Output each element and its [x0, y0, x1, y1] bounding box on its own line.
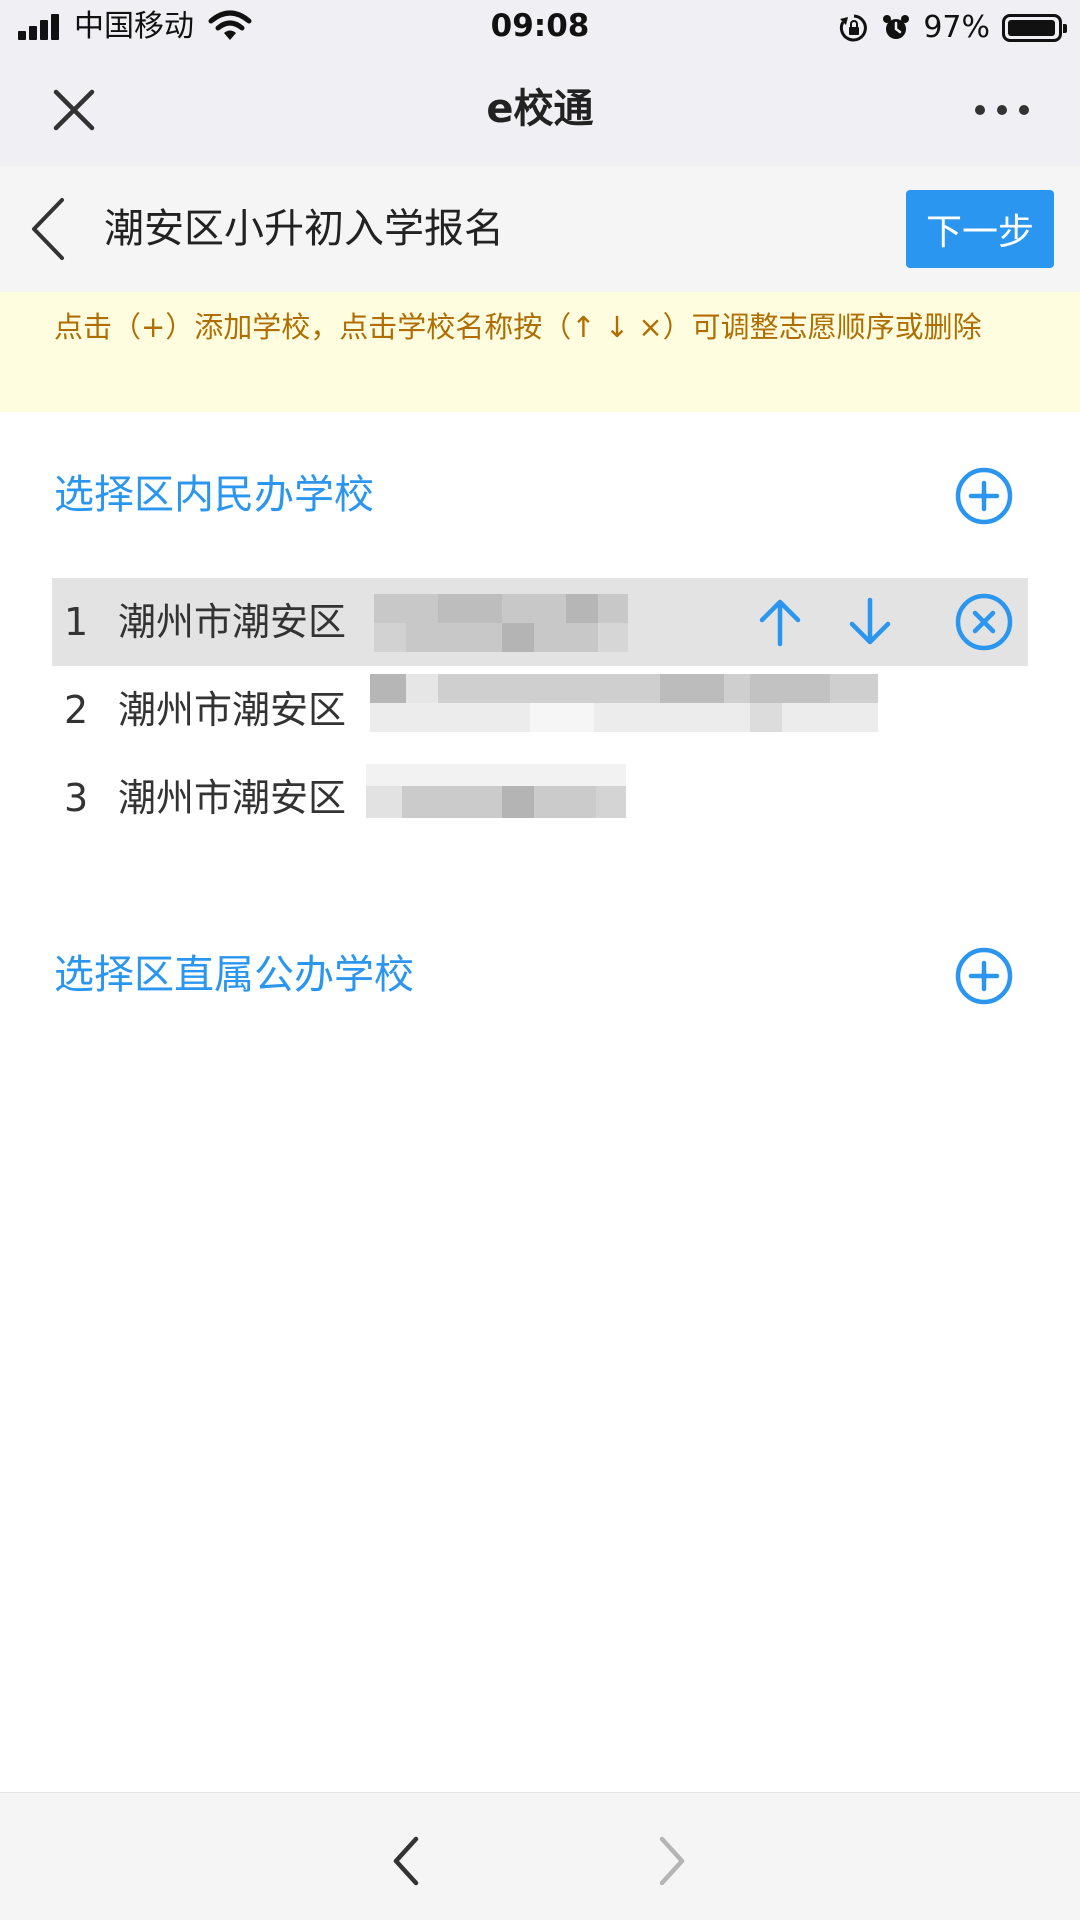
section-title-public-schools: 选择区直属公办学校 — [54, 952, 414, 998]
alarm-icon — [883, 15, 910, 39]
chevron-right-icon[interactable] — [650, 1833, 690, 1889]
chevron-left-icon[interactable] — [388, 1833, 428, 1889]
school-row[interactable]: 2 潮州市潮安区 — [52, 666, 1028, 754]
redacted-blur — [374, 594, 628, 652]
plus-circle-icon[interactable] — [954, 466, 1014, 526]
app-title: e校通 — [486, 86, 594, 132]
school-name[interactable]: 潮州市潮安区 — [118, 686, 346, 734]
instruction-notice: 点击（+）添加学校，点击学校名称按（↑ ↓ ×）可调整志愿顺序或删除 — [0, 292, 1080, 412]
screen: 中国移动 09:08 97% e校通 潮安区小升初入学报名 下一步 点击（+）添… — [0, 0, 1080, 1920]
bottom-nav-bar — [0, 1792, 1080, 1920]
status-right: 97% — [839, 8, 1067, 48]
chevron-left-icon[interactable] — [28, 196, 68, 262]
arrow-down-icon[interactable] — [840, 592, 900, 652]
school-index: 1 — [64, 600, 89, 644]
section-title-private-schools: 选择区内民办学校 — [54, 472, 374, 518]
school-name[interactable]: 潮州市潮安区 — [118, 774, 346, 822]
next-step-button[interactable]: 下一步 — [906, 190, 1054, 268]
more-icon[interactable] — [972, 92, 1032, 128]
school-index: 3 — [64, 776, 89, 820]
school-row[interactable]: 1 潮州市潮安区 — [52, 578, 1028, 666]
redacted-blur — [366, 764, 626, 818]
page-header: 潮安区小升初入学报名 下一步 — [0, 166, 1080, 292]
battery-icon — [1002, 14, 1067, 42]
school-name[interactable]: 潮州市潮安区 — [118, 598, 346, 646]
school-row[interactable]: 3 潮州市潮安区 — [52, 754, 1028, 842]
private-school-list: 1 潮州市潮安区 2 潮州市潮安区 3 潮州市潮安区 — [52, 578, 1028, 842]
notice-text: 点击（+）添加学校，点击学校名称按（↑ ↓ ×）可调整志愿顺序或删除 — [54, 310, 982, 344]
arrow-up-icon[interactable] — [750, 592, 810, 652]
app-bar: e校通 — [0, 54, 1080, 166]
plus-circle-icon[interactable] — [954, 946, 1014, 1006]
battery-fill — [1008, 20, 1055, 36]
page-title: 潮安区小升初入学报名 — [104, 206, 504, 252]
redacted-blur — [370, 674, 878, 732]
status-bar: 中国移动 09:08 97% — [0, 0, 1080, 54]
battery-percent: 97% — [923, 10, 990, 45]
rotation-lock-icon — [840, 14, 868, 42]
school-index: 2 — [64, 688, 89, 732]
close-circle-icon[interactable] — [954, 592, 1014, 652]
